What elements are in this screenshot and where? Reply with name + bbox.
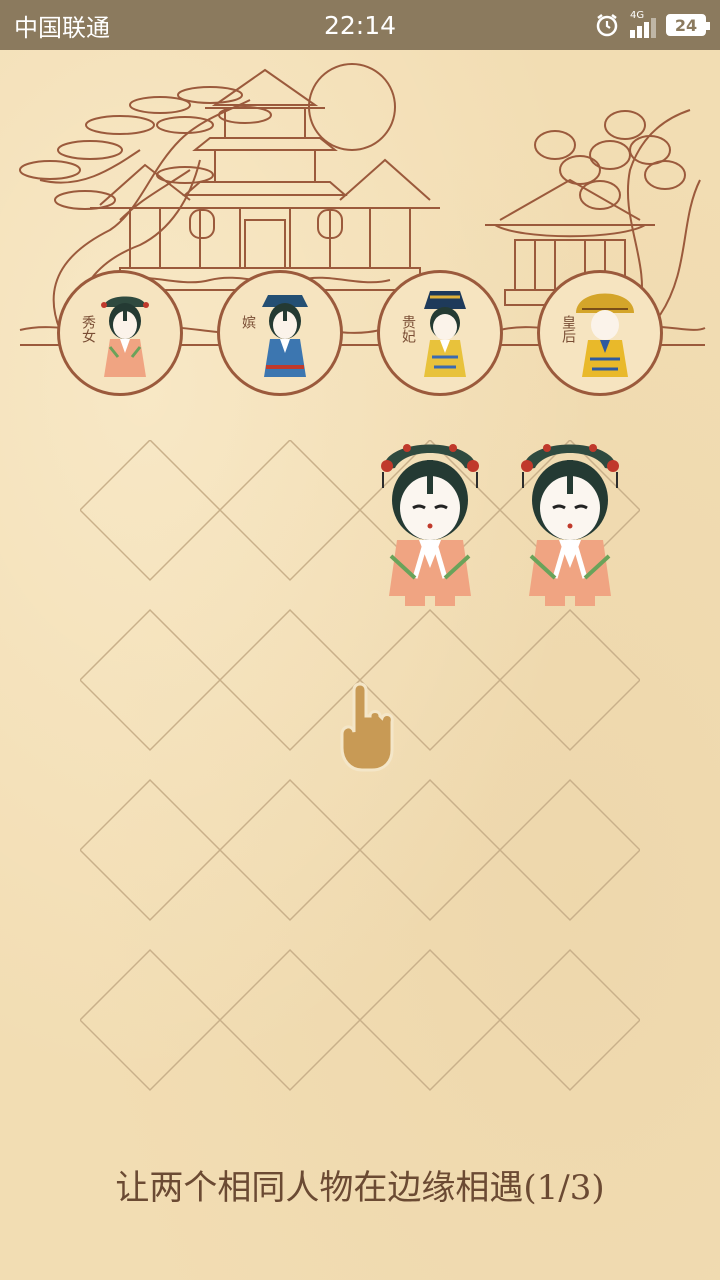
board-cell[interactable] bbox=[498, 608, 640, 752]
game-piece-xiunv[interactable] bbox=[375, 428, 479, 608]
pin-figure-icon bbox=[262, 295, 308, 377]
pointing-hand-icon bbox=[340, 682, 394, 772]
signal-icon: 4G bbox=[630, 10, 656, 38]
rank-badge: 嫔 bbox=[217, 270, 343, 396]
clock: 22:14 bbox=[323, 10, 397, 40]
tutorial-hint: 让两个相同人物在边缘相遇(1/3) bbox=[115, 1168, 605, 1208]
board-cell[interactable] bbox=[498, 948, 640, 1092]
board-cell[interactable] bbox=[80, 778, 222, 922]
board-cell[interactable] bbox=[218, 948, 362, 1092]
huanghou-figure-icon bbox=[576, 293, 634, 377]
board-cell[interactable] bbox=[358, 778, 502, 922]
board-cell[interactable] bbox=[218, 440, 362, 582]
xiunv-figure-icon bbox=[101, 296, 149, 377]
rank-badge: 皇后 bbox=[537, 270, 663, 396]
game-piece-xiunv[interactable] bbox=[515, 428, 619, 608]
carrier-name: 中国联通 bbox=[14, 13, 110, 42]
board-cell[interactable] bbox=[80, 948, 222, 1092]
xiunv-figure-icon bbox=[381, 444, 479, 606]
status-icons: 4G 24 bbox=[506, 10, 710, 38]
network-type: 4G bbox=[630, 10, 645, 21]
battery-icon: 24 bbox=[666, 14, 710, 36]
board-cell[interactable] bbox=[218, 778, 362, 922]
xiunv-figure-icon bbox=[521, 444, 619, 606]
palace-building-icon bbox=[90, 68, 440, 291]
status-bar: 中国联通 22:14 4G 24 bbox=[0, 0, 720, 50]
guifei-figure-icon bbox=[424, 291, 466, 377]
rank-badge: 秀女 bbox=[57, 270, 183, 396]
rank-badge: 贵妃 bbox=[377, 270, 503, 396]
board-cell[interactable] bbox=[80, 608, 222, 752]
board-cell[interactable] bbox=[358, 948, 502, 1092]
alarm-icon bbox=[596, 14, 618, 37]
board-cell[interactable] bbox=[80, 440, 222, 582]
board-cell[interactable] bbox=[498, 778, 640, 922]
rank-progression: 秀女 嫔 贵妃 皇后 bbox=[0, 270, 720, 400]
